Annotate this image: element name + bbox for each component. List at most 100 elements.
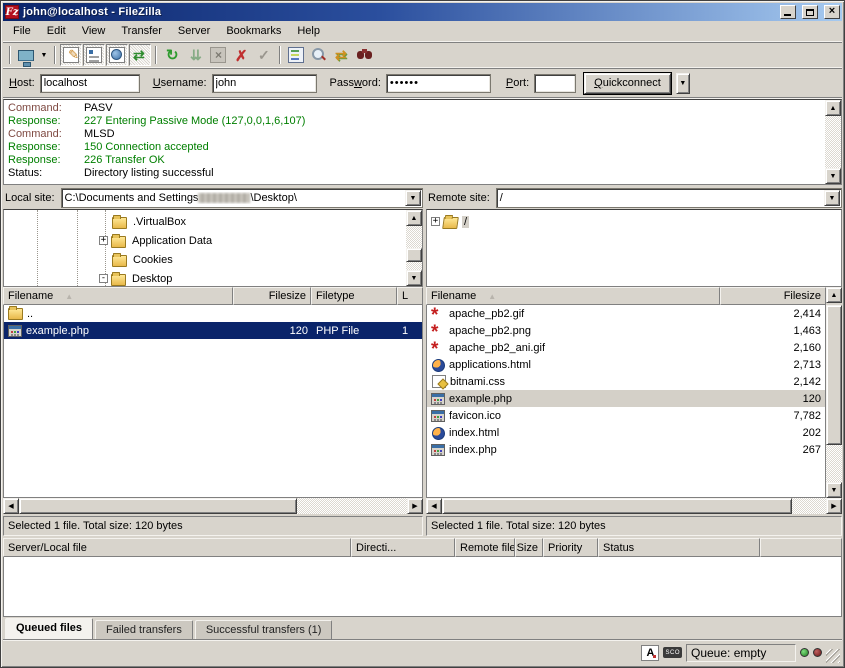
- menu-help[interactable]: Help: [289, 22, 328, 40]
- column-header-priority[interactable]: Priority: [543, 538, 598, 557]
- column-header-lastmodified[interactable]: L: [397, 287, 423, 305]
- log-scrollbar[interactable]: ▲ ▼: [825, 100, 841, 184]
- file-row-selected[interactable]: example.php 120: [427, 390, 825, 407]
- tree-item-application-data[interactable]: + Application Data: [99, 231, 406, 250]
- menu-transfer[interactable]: Transfer: [113, 22, 170, 40]
- username-input[interactable]: [212, 74, 317, 93]
- scroll-up-icon[interactable]: ▲: [406, 210, 422, 226]
- expand-plus-icon[interactable]: +: [99, 236, 108, 245]
- file-row-parent-dir[interactable]: ..: [4, 305, 422, 322]
- scroll-down-icon[interactable]: ▼: [826, 482, 842, 498]
- tree-item-cookies[interactable]: Cookies: [112, 250, 406, 269]
- remote-site-combo[interactable]: / ▼: [496, 188, 842, 208]
- indicator-badge: SCO: [663, 647, 682, 658]
- tree-item-desktop[interactable]: - Desktop: [99, 269, 406, 287]
- file-row[interactable]: index.html 202: [427, 424, 825, 441]
- tree-item-virtualbox[interactable]: .VirtualBox: [112, 212, 406, 231]
- column-header-direction[interactable]: Directi...: [351, 538, 455, 557]
- file-row[interactable]: favicon.ico 7,782: [427, 407, 825, 424]
- file-row[interactable]: applications.html 2,713: [427, 356, 825, 373]
- file-row[interactable]: apache_pb2.gif 2,414: [427, 305, 825, 322]
- disconnect-button[interactable]: [230, 44, 252, 66]
- scroll-right-icon[interactable]: ▶: [407, 498, 423, 514]
- remote-site-dropdown[interactable]: ▼: [824, 190, 840, 206]
- maximize-button[interactable]: [802, 5, 818, 19]
- refresh-button[interactable]: [161, 44, 183, 66]
- remote-list-scrollbar[interactable]: ▼: [826, 305, 842, 498]
- folder-icon: [111, 274, 126, 286]
- menu-view[interactable]: View: [74, 22, 114, 40]
- directory-comparison-button[interactable]: [285, 44, 307, 66]
- scroll-down-icon[interactable]: ▼: [825, 168, 841, 184]
- process-queue-icon: [187, 47, 203, 63]
- column-header-remote-file[interactable]: Remote file: [455, 538, 515, 557]
- close-button[interactable]: ×: [824, 5, 840, 19]
- tab-failed-transfers[interactable]: Failed transfers: [95, 620, 193, 639]
- menu-edit[interactable]: Edit: [39, 22, 74, 40]
- column-header-server-local-file[interactable]: Server/Local file: [3, 538, 351, 557]
- local-tree-scrollbar[interactable]: ▲ ▼: [406, 210, 422, 286]
- scroll-up-icon[interactable]: ▲: [826, 287, 842, 303]
- menu-server[interactable]: Server: [170, 22, 218, 40]
- expand-plus-icon[interactable]: +: [431, 217, 440, 226]
- scrollbar-thumb[interactable]: [406, 248, 422, 262]
- local-site-combo[interactable]: C:\Documents and Settings\Desktop\ ▼: [61, 188, 423, 208]
- column-header-filename[interactable]: Filename▲: [426, 287, 720, 305]
- filter-button[interactable]: [354, 44, 376, 66]
- window-title: john@localhost - FileZilla: [23, 6, 774, 18]
- tree-item-root[interactable]: + /: [431, 212, 841, 231]
- scroll-up-icon[interactable]: ▲: [825, 100, 841, 116]
- quickconnect-dropdown[interactable]: ▼: [676, 73, 690, 94]
- toggle-queue-button[interactable]: [129, 44, 151, 66]
- synchronized-browsing-button[interactable]: [331, 44, 353, 66]
- menu-file[interactable]: File: [5, 22, 39, 40]
- resize-grip[interactable]: [826, 649, 840, 663]
- log-line: Command:PASV: [8, 102, 825, 115]
- scroll-down-icon[interactable]: ▼: [406, 270, 422, 286]
- column-header-filesize[interactable]: Filesize: [720, 287, 826, 305]
- folder-icon: [8, 308, 23, 320]
- column-header-filename[interactable]: Filename▲: [3, 287, 233, 305]
- abort-button[interactable]: [253, 44, 275, 66]
- file-row-example-php[interactable]: example.php 120 PHP File 1: [4, 322, 422, 339]
- file-row[interactable]: index.php 267: [427, 441, 825, 458]
- tab-queued-files[interactable]: Queued files: [5, 618, 93, 639]
- find-files-button[interactable]: [308, 44, 330, 66]
- apache-feather-icon: [431, 324, 445, 338]
- app-window-icon: [431, 410, 445, 422]
- toolbar: ▼: [3, 42, 842, 68]
- file-row[interactable]: bitnami.css 2,142: [427, 373, 825, 390]
- toggle-local-tree-button[interactable]: [83, 44, 105, 66]
- scroll-left-icon[interactable]: ◀: [426, 498, 442, 514]
- site-manager-button[interactable]: [15, 44, 37, 66]
- process-queue-button[interactable]: [184, 44, 206, 66]
- site-manager-dropdown[interactable]: ▼: [38, 44, 50, 66]
- host-input[interactable]: [40, 74, 140, 93]
- scrollbar-thumb[interactable]: [19, 498, 297, 514]
- file-row[interactable]: apache_pb2.png 1,463: [427, 322, 825, 339]
- quickconnect-button[interactable]: Quickconnect: [584, 73, 671, 94]
- password-input[interactable]: [386, 74, 491, 93]
- column-header-status[interactable]: Status: [598, 538, 760, 557]
- column-header-filesize[interactable]: Filesize: [233, 287, 311, 305]
- local-hscrollbar[interactable]: ◀ ▶: [3, 498, 423, 514]
- tab-successful-transfers[interactable]: Successful transfers (1): [195, 620, 333, 639]
- port-input[interactable]: [534, 74, 576, 93]
- local-site-dropdown[interactable]: ▼: [405, 190, 421, 206]
- collapse-minus-icon[interactable]: -: [99, 274, 108, 283]
- minimize-button[interactable]: [780, 5, 796, 19]
- column-header-size[interactable]: Size: [515, 538, 543, 557]
- scrollbar-thumb[interactable]: [826, 305, 842, 445]
- menu-bookmarks[interactable]: Bookmarks: [218, 22, 289, 40]
- file-row[interactable]: apache_pb2_ani.gif 2,160: [427, 339, 825, 356]
- toolbar-separator: [279, 46, 281, 64]
- remote-hscrollbar[interactable]: ◀ ▶: [426, 498, 842, 514]
- remote-tree: + /: [426, 209, 842, 287]
- scroll-right-icon[interactable]: ▶: [826, 498, 842, 514]
- toggle-remote-tree-button[interactable]: [106, 44, 128, 66]
- scroll-left-icon[interactable]: ◀: [3, 498, 19, 514]
- column-header-filetype[interactable]: Filetype: [311, 287, 397, 305]
- toggle-message-log-button[interactable]: [60, 44, 82, 66]
- scrollbar-thumb[interactable]: [442, 498, 792, 514]
- cancel-operation-button[interactable]: [207, 44, 229, 66]
